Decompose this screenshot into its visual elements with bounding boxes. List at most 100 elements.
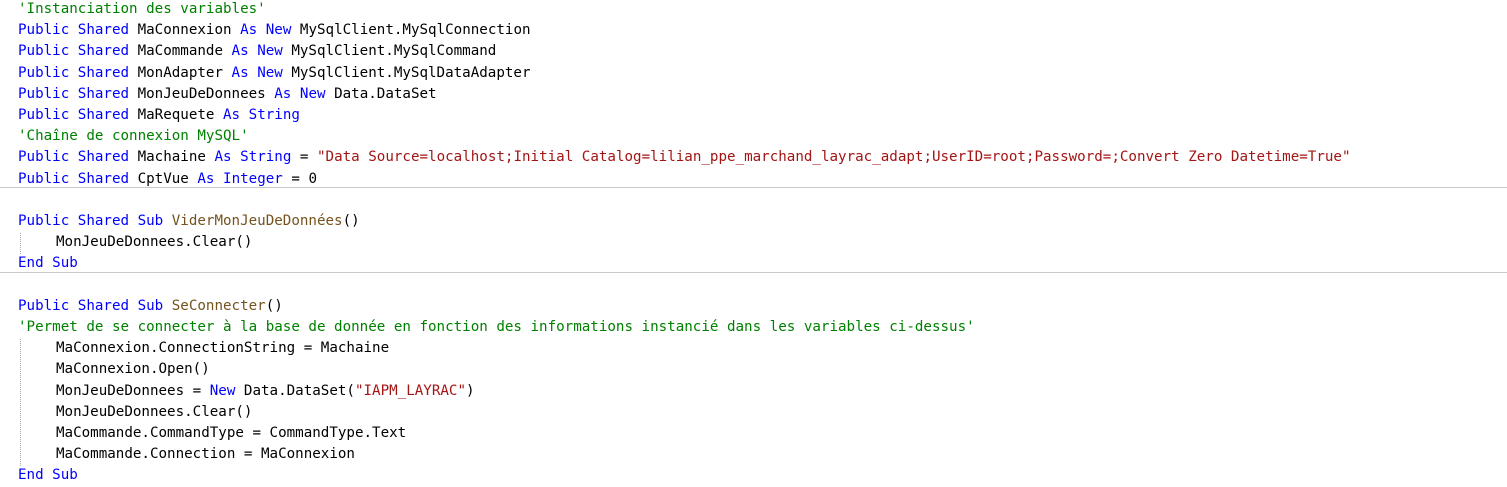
code-token: As — [231, 43, 249, 60]
code-token: MaConnexion.ConnectionString = Machaine — [56, 340, 390, 357]
code-token: Data.DataSet — [325, 85, 437, 102]
code-token: MonAdapter — [129, 64, 232, 81]
method-separator — [0, 272, 1507, 273]
code-token: As — [240, 22, 258, 39]
code-line[interactable]: Public Shared MaRequete As String — [18, 105, 300, 126]
code-line[interactable]: Public Shared Machaine As String = "Data… — [18, 147, 1351, 168]
code-token: New — [299, 85, 326, 102]
code-token: As — [214, 149, 232, 166]
code-token: 'Instanciation des variables' — [18, 1, 266, 17]
code-line[interactable]: MaConnexion.Open() — [56, 359, 210, 380]
code-token: MonJeuDeDonnees = — [56, 382, 210, 399]
code-token: Sub — [137, 213, 164, 229]
code-line[interactable]: MonJeuDeDonnees.Clear() — [56, 402, 252, 423]
code-token: Data.DataSet( — [235, 382, 355, 399]
code-token: New — [209, 382, 236, 399]
code-token: "IAPM_LAYRAC" — [354, 382, 467, 399]
code-token: As — [197, 170, 215, 187]
code-line[interactable]: MaCommande.Connection = MaConnexion — [56, 444, 355, 465]
code-token: MySqlClient.MySqlCommand — [282, 43, 497, 60]
code-token: End — [18, 255, 44, 272]
code-token: Shared — [77, 213, 130, 229]
code-token: End — [18, 467, 44, 484]
code-token: MaCommande.CommandType = CommandType.Tex… — [56, 425, 407, 441]
code-line[interactable]: 'Instanciation des variables' — [18, 0, 266, 20]
code-token: New — [265, 22, 292, 39]
code-token: Public — [18, 64, 70, 81]
code-token: Shared — [77, 107, 130, 123]
code-token: "Data Source=localhost;Initial Catalog=l… — [316, 149, 1351, 166]
code-token: MySqlClient.MySqlConnection — [291, 22, 531, 39]
code-token: As — [274, 85, 292, 102]
code-line[interactable]: MonJeuDeDonnees.Clear() — [56, 232, 252, 253]
code-token: Public — [18, 149, 70, 166]
code-token: String — [248, 107, 300, 123]
code-token: Public — [18, 22, 70, 39]
code-line[interactable]: Public Shared MonAdapter As New MySqlCli… — [18, 63, 531, 84]
code-token: Integer — [223, 170, 283, 187]
code-token: 'Permet de se connecter à la base de don… — [18, 319, 975, 335]
code-token: () — [265, 297, 283, 314]
code-token: Public — [18, 43, 70, 60]
code-token: Sub — [52, 255, 78, 272]
code-token: MaCommande.Connection = MaConnexion — [56, 446, 355, 463]
code-token: As — [223, 107, 241, 123]
code-line[interactable]: Public Shared MaCommande As New MySqlCli… — [18, 41, 496, 62]
code-token: = 0 — [282, 170, 317, 187]
code-line[interactable]: Public Shared MonJeuDeDonnees As New Dat… — [18, 84, 437, 105]
code-token: Shared — [77, 297, 130, 314]
code-line[interactable]: MonJeuDeDonnees = New Data.DataSet("IAPM… — [56, 381, 475, 402]
code-token: Public — [18, 107, 70, 123]
code-line[interactable]: 'Chaîne de connexion MySQL' — [18, 126, 249, 147]
code-token: Shared — [77, 64, 130, 81]
code-token: SeConnecter — [171, 297, 266, 314]
code-line[interactable]: Public Shared Sub SeConnecter() — [18, 296, 283, 317]
code-token: Public — [18, 297, 70, 314]
code-token: CptVue — [129, 170, 198, 187]
code-token: Public — [18, 170, 70, 187]
code-token: Public — [18, 85, 70, 102]
code-token: MaCommande — [129, 43, 232, 60]
code-line[interactable]: End Sub — [18, 465, 78, 486]
code-line[interactable]: MaConnexion.ConnectionString = Machaine — [56, 338, 389, 359]
code-line[interactable]: MaCommande.CommandType = CommandType.Tex… — [56, 423, 406, 444]
code-token: Shared — [77, 170, 130, 187]
indent-guide — [20, 233, 21, 254]
code-token: Sub — [137, 297, 164, 314]
code-token: Shared — [77, 43, 130, 60]
code-token: New — [257, 43, 283, 60]
code-token: Sub — [52, 467, 78, 484]
code-token: MonJeuDeDonnees — [129, 85, 275, 102]
code-line[interactable]: Public Shared MaConnexion As New MySqlCl… — [18, 20, 531, 41]
code-token: MonJeuDeDonnees.Clear() — [56, 234, 253, 251]
code-editor[interactable]: 'Instanciation des variables' Public Shar… — [0, 0, 1507, 487]
code-line[interactable]: Public Shared Sub ViderMonJeuDeDonnées() — [18, 211, 360, 232]
code-token: New — [257, 64, 283, 81]
code-token: MaConnexion.Open() — [56, 361, 210, 378]
code-token: MySqlClient.MySqlDataAdapter — [282, 64, 531, 81]
code-line[interactable]: 'Permet de se connecter à la base de don… — [18, 317, 975, 338]
code-token: ViderMonJeuDeDonnées — [171, 213, 343, 229]
code-token: ) — [466, 382, 475, 399]
